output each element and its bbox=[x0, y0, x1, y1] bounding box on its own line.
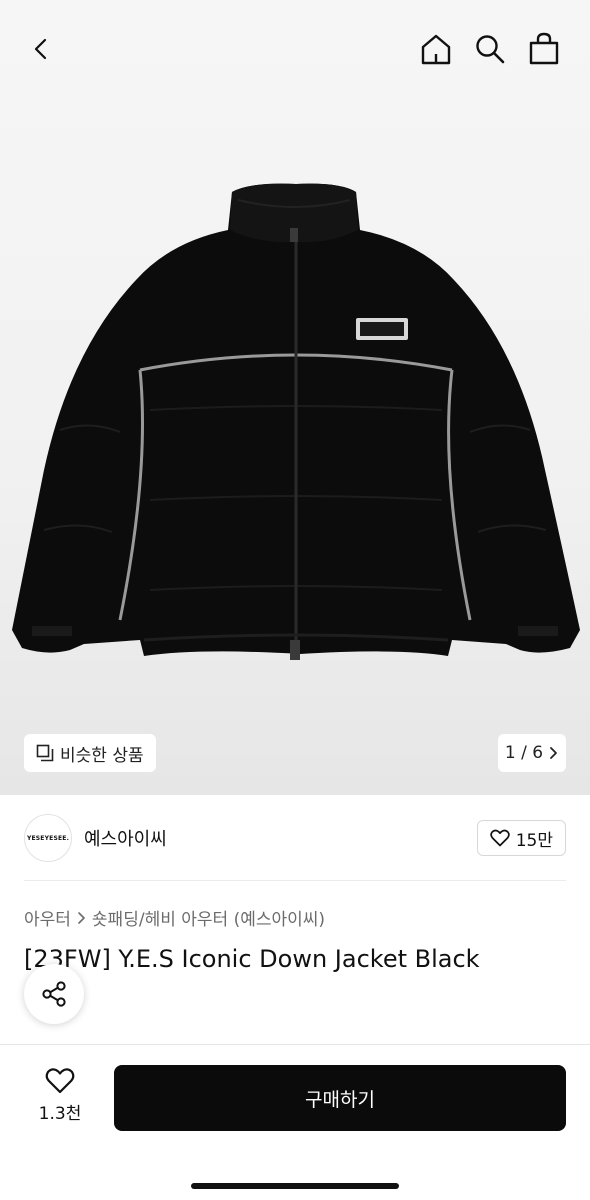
product-image bbox=[12, 183, 580, 660]
search-icon bbox=[476, 35, 505, 64]
wishlist-count: 1.3천 bbox=[38, 1104, 82, 1124]
buy-button[interactable]: 구매하기 bbox=[114, 1065, 566, 1131]
home-icon bbox=[421, 34, 451, 65]
home-button[interactable] bbox=[414, 27, 458, 71]
chevron-right-icon bbox=[550, 747, 557, 759]
similar-products-button[interactable]: 비슷한 상품 bbox=[24, 734, 156, 772]
brand-name[interactable]: 예스아이씨 bbox=[84, 825, 167, 851]
brand-row[interactable]: YESEYESEE. 예스아이씨 15만 bbox=[24, 812, 566, 864]
heart-icon bbox=[45, 1068, 75, 1094]
wishlist-button[interactable]: 1.3천 bbox=[24, 1067, 96, 1133]
home-indicator bbox=[191, 1183, 399, 1189]
brand-like-button[interactable]: 15만 bbox=[476, 820, 566, 856]
breadcrumb-chevron-icon bbox=[78, 911, 85, 924]
bottom-action-bar: 1.3천 구매하기 bbox=[0, 1044, 590, 1200]
back-button[interactable] bbox=[20, 27, 64, 71]
breadcrumb-category[interactable]: 아우터 bbox=[24, 905, 71, 930]
brand-like-count: 15만 bbox=[515, 830, 553, 851]
cart-button[interactable] bbox=[522, 27, 566, 71]
heart-icon bbox=[489, 829, 510, 847]
share-button[interactable] bbox=[24, 964, 84, 1024]
search-button[interactable] bbox=[468, 27, 512, 71]
product-image-carousel[interactable]: 비슷한 상품 1 / 6 bbox=[0, 0, 590, 795]
breadcrumb: 아우터 숏패딩/헤비 아우터 (예스아이씨) bbox=[24, 905, 325, 930]
chevron-left-icon bbox=[34, 38, 47, 60]
brand-logo[interactable]: YESEYESEE. bbox=[24, 814, 72, 862]
similar-products-label: 비슷한 상품 bbox=[60, 745, 144, 766]
pager-text: 1 / 6 bbox=[504, 743, 544, 763]
section-divider bbox=[24, 880, 566, 881]
similar-items-icon bbox=[36, 744, 54, 762]
breadcrumb-subcategory[interactable]: 숏패딩/헤비 아우터 (예스아이씨) bbox=[92, 905, 325, 930]
image-pager[interactable]: 1 / 6 bbox=[498, 734, 566, 772]
shopping-bag-icon bbox=[529, 32, 559, 65]
product-title: [23FW] Y.E.S Iconic Down Jacket Black bbox=[24, 945, 480, 973]
top-navigation-bar bbox=[0, 0, 590, 100]
brand-logo-text: YESEYESEE. bbox=[26, 834, 70, 842]
share-icon bbox=[42, 981, 66, 1007]
